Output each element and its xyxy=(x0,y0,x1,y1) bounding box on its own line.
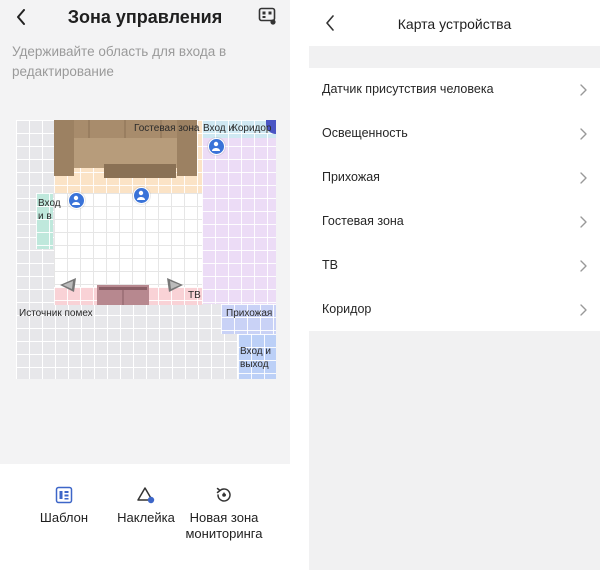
label-guest-zone: Гостевая зона xyxy=(134,123,200,134)
bottom-toolbar: Шаблон Наклейка Новая зона мониторинга xyxy=(0,464,290,570)
header: Зона управления xyxy=(0,0,290,36)
list-item[interactable]: Датчик присутствия человека xyxy=(309,68,600,112)
tv-stand-icon xyxy=(97,285,149,305)
chevron-right-icon xyxy=(580,128,587,140)
chevron-right-icon xyxy=(580,260,587,272)
list-item-label: Прихожая xyxy=(322,170,380,184)
list-item[interactable]: Прихожая xyxy=(309,156,600,200)
label-entrance: Вход и xyxy=(203,123,234,134)
list-item[interactable]: Освещенность xyxy=(309,112,600,156)
person-sensor-icon[interactable] xyxy=(133,187,150,204)
list-item-label: Гостевая зона xyxy=(322,214,404,228)
list-item-label: ТВ xyxy=(322,258,338,272)
edit-hint: Удерживайте область для входа в редактир… xyxy=(12,44,227,79)
speaker-icon xyxy=(167,278,183,292)
person-sensor-icon[interactable] xyxy=(68,192,85,209)
new-monitoring-zone-button[interactable]: Новая зона мониторинга xyxy=(184,486,264,542)
page-title: Карта устройства xyxy=(397,16,512,32)
monitoring-zone-icon xyxy=(215,486,233,504)
list-item-label: Датчик присутствия человека xyxy=(322,82,494,96)
label-entrance-vertical: Вход и в xyxy=(38,198,61,222)
person-sensor-icon[interactable] xyxy=(208,138,225,155)
label-hallway: Прихожая xyxy=(226,308,273,319)
list-item[interactable]: Коридор xyxy=(309,288,600,332)
sticker-button[interactable]: Наклейка xyxy=(110,486,182,526)
list-item-label: Коридор xyxy=(322,302,372,316)
template-icon xyxy=(55,486,73,504)
page-title: Зона управления xyxy=(67,7,223,27)
label-entrance-exit: Вход и выход xyxy=(240,346,271,370)
room-map[interactable]: Гостевая зона Вход и Коридор Вход и в ТВ… xyxy=(16,120,276,379)
label-tv: ТВ xyxy=(188,290,201,301)
chevron-right-icon xyxy=(580,216,587,228)
chevron-right-icon xyxy=(580,84,587,96)
template-label: Шаблон xyxy=(39,510,89,525)
list-item[interactable]: ТВ xyxy=(309,244,600,288)
header: Карта устройства xyxy=(309,0,600,46)
speaker-icon xyxy=(60,278,76,292)
sticker-label: Наклейка xyxy=(117,510,175,525)
qr-scan-icon[interactable] xyxy=(258,7,276,25)
label-corridor: Коридор xyxy=(232,123,272,134)
new-monitoring-zone-label: Новая зона мониторинга xyxy=(185,510,263,541)
list-item[interactable]: Гостевая зона xyxy=(309,200,600,244)
sticker-icon xyxy=(137,486,155,504)
device-map-screen: Карта устройства Датчик присутствия чело… xyxy=(309,0,600,570)
chevron-right-icon xyxy=(580,304,587,316)
template-button[interactable]: Шаблон xyxy=(36,486,92,526)
device-list: Датчик присутствия человека Освещенность… xyxy=(309,68,600,331)
zone-control-screen: Зона управления Удерживайте область для … xyxy=(0,0,290,570)
list-item-label: Освещенность xyxy=(322,126,408,140)
label-noise-source: Источник помех xyxy=(19,308,93,319)
chevron-right-icon xyxy=(580,172,587,184)
